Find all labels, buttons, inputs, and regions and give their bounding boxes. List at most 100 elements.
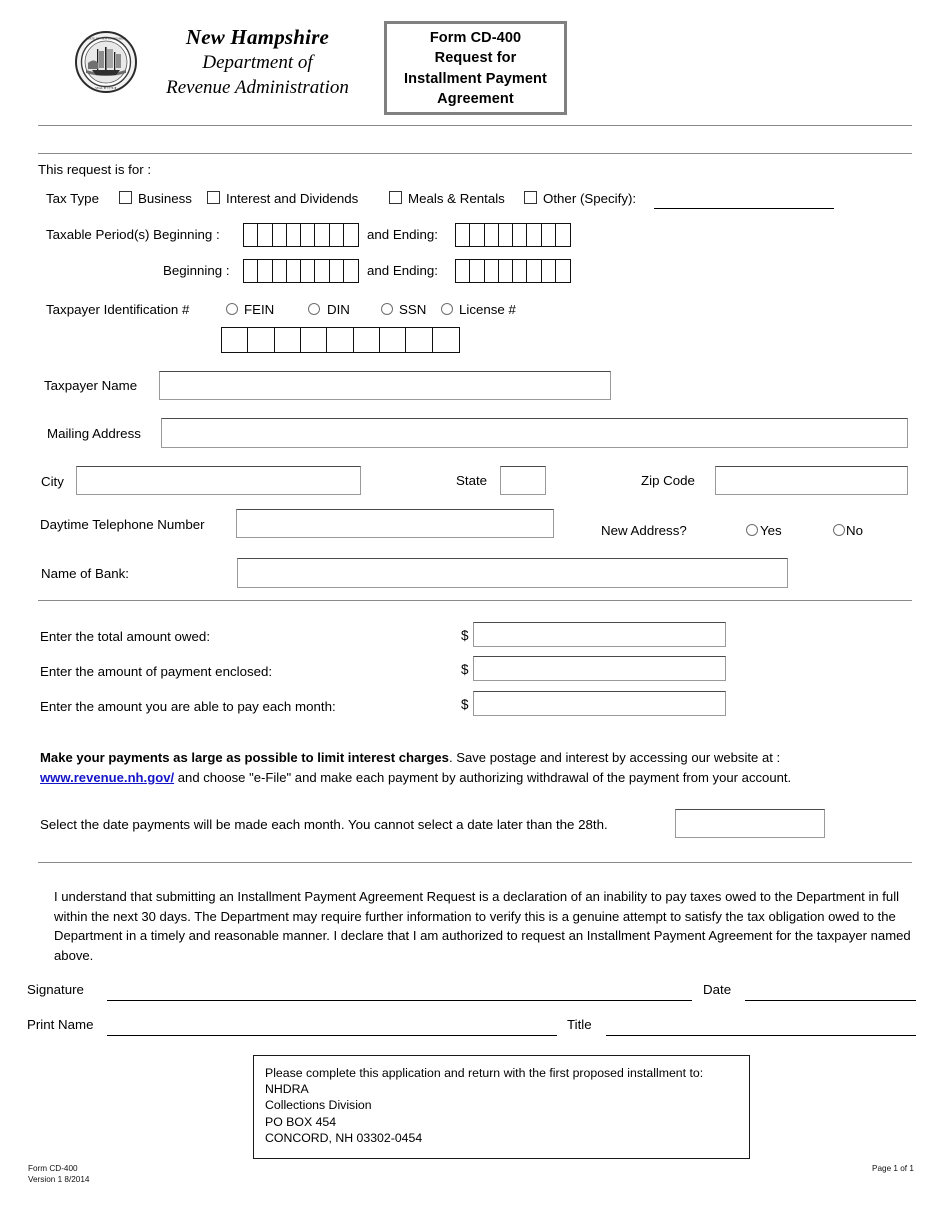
payment-enclosed-currency: $	[461, 662, 469, 677]
mailing-address-input[interactable]	[161, 418, 908, 448]
payment-instructions: Make your payments as large as possible …	[40, 748, 916, 787]
name-of-bank-input[interactable]	[237, 558, 788, 588]
payment-instructions-tail: and choose "e-File" and make each paymen…	[174, 769, 792, 785]
mail-to-line-4: PO BOX 454	[265, 1114, 337, 1129]
state-input[interactable]	[500, 466, 546, 495]
radio-new-address-no[interactable]	[833, 524, 845, 536]
taxable-period-row1-label: Taxable Period(s) Beginning :	[46, 227, 220, 242]
mailing-address-label: Mailing Address	[47, 426, 141, 441]
taxable-period-row1-ending-label: and Ending:	[367, 227, 438, 242]
amount-owed-currency: $	[461, 628, 469, 643]
taxpayer-name-input[interactable]	[159, 371, 611, 400]
svg-text:SEAL ★ 1776 ★: SEAL ★ 1776 ★	[95, 86, 117, 90]
date-input[interactable]	[745, 1000, 916, 1001]
radio-ssn-label: SSN	[399, 302, 427, 317]
revenue-website-link[interactable]: www.revenue.nh.gov/	[40, 770, 174, 785]
form-title-line-1: Form CD-400	[429, 29, 522, 46]
agency-line-2: Department of	[202, 52, 313, 73]
other-specify-input[interactable]	[654, 208, 834, 209]
radio-license-label: License #	[459, 302, 516, 317]
radio-din[interactable]	[308, 303, 320, 315]
mail-to-box: Please complete this application and ret…	[253, 1055, 750, 1159]
radio-new-address-yes-label: Yes	[760, 523, 782, 538]
payment-enclosed-label: Enter the amount of payment enclosed:	[40, 664, 273, 679]
taxable-period-row1-begin-input[interactable]	[243, 223, 359, 247]
checkbox-business-label: Business	[138, 191, 192, 206]
footer-page-number: Page 1 of 1	[872, 1164, 914, 1173]
footer-form-id: Form CD-400	[28, 1164, 78, 1173]
date-label: Date	[703, 982, 732, 997]
taxpayer-name-label: Taxpayer Name	[44, 378, 138, 393]
monthly-payment-currency: $	[461, 697, 469, 712]
tax-type-label: Tax Type	[46, 191, 99, 206]
radio-fein[interactable]	[226, 303, 238, 315]
payment-instructions-bold: Make your payments as large as possible …	[40, 750, 449, 765]
daytime-telephone-label: Daytime Telephone Number	[40, 517, 205, 532]
daytime-telephone-input[interactable]	[236, 509, 554, 538]
radio-license[interactable]	[441, 303, 453, 315]
payment-date-input[interactable]	[675, 809, 825, 838]
form-header: STATE OF NEW HAMPSHIRE SEAL ★ 1776 ★ New…	[0, 0, 950, 120]
city-input[interactable]	[76, 466, 361, 495]
mail-to-line-3: Collections Division	[265, 1098, 372, 1113]
radio-new-address-no-label: No	[846, 523, 863, 538]
declaration-text: I understand that submitting an Installm…	[54, 889, 911, 963]
divider-header	[38, 125, 912, 126]
taxable-period-row2-ending-label: and Ending:	[367, 263, 438, 278]
radio-new-address-yes[interactable]	[746, 524, 758, 536]
radio-ssn[interactable]	[381, 303, 393, 315]
form-page: STATE OF NEW HAMPSHIRE SEAL ★ 1776 ★ New…	[0, 0, 950, 1230]
form-title-box: Form CD-400 Request for Installment Paym…	[384, 21, 567, 115]
title-label: Title	[567, 1017, 592, 1032]
name-of-bank-label: Name of Bank:	[41, 566, 129, 581]
zip-code-label: Zip Code	[641, 473, 695, 488]
checkbox-meals-and-rentals[interactable]	[389, 191, 402, 204]
city-label: City	[41, 474, 64, 489]
payment-instructions-rest: . Save postage and interest by accessing…	[448, 750, 781, 765]
taxable-period-row2-begin-input[interactable]	[243, 259, 359, 283]
checkbox-other-label: Other (Specify):	[543, 191, 637, 206]
request-intro-label: This request is for :	[38, 162, 152, 177]
title-input[interactable]	[606, 1035, 916, 1036]
divider-amounts-top	[38, 600, 912, 601]
radio-fein-label: FEIN	[244, 302, 275, 317]
signature-input[interactable]	[107, 1000, 692, 1001]
taxpayer-id-label: Taxpayer Identification #	[46, 302, 190, 317]
print-name-input[interactable]	[107, 1035, 557, 1036]
taxpayer-id-input[interactable]	[221, 327, 460, 353]
amount-owed-input[interactable]	[473, 622, 726, 647]
form-title-line-4: Agreement	[437, 91, 514, 107]
payment-enclosed-input[interactable]	[473, 656, 726, 681]
mail-to-line-2: NHDRA	[265, 1082, 309, 1097]
svg-text:STATE OF NEW HAMPSHIRE: STATE OF NEW HAMPSHIRE	[86, 37, 126, 41]
monthly-payment-label: Enter the amount you are able to pay eac…	[40, 699, 336, 714]
checkbox-business[interactable]	[119, 191, 132, 204]
date-selection-label: Select the date payments will be made ea…	[40, 817, 608, 832]
new-address-label: New Address?	[601, 523, 687, 538]
form-title-line-2: Request for	[434, 50, 517, 66]
footer-version: Version 1 8/2014	[28, 1175, 90, 1184]
signature-label: Signature	[27, 982, 84, 997]
agency-line-1: New Hampshire	[185, 25, 330, 49]
form-title-line-3: Installment Payment	[404, 70, 547, 87]
print-name-label: Print Name	[27, 1017, 94, 1032]
checkbox-interest-and-dividends[interactable]	[207, 191, 220, 204]
zip-code-input[interactable]	[715, 466, 908, 495]
agency-line-3: Revenue Administration	[166, 77, 349, 98]
mail-to-line-1: Please complete this application and ret…	[265, 1066, 704, 1080]
amount-owed-label: Enter the total amount owed:	[40, 629, 211, 644]
divider-top-section	[38, 153, 912, 154]
divider-declaration-top	[38, 862, 912, 863]
taxable-period-row2-end-input[interactable]	[455, 259, 571, 283]
checkbox-other[interactable]	[524, 191, 537, 204]
taxable-period-row1-end-input[interactable]	[455, 223, 571, 247]
radio-din-label: DIN	[327, 302, 350, 317]
nh-state-seal-icon: STATE OF NEW HAMPSHIRE SEAL ★ 1776 ★	[74, 30, 138, 94]
taxable-period-row2-label: Beginning :	[163, 263, 230, 278]
monthly-payment-input[interactable]	[473, 691, 726, 716]
state-label: State	[456, 473, 488, 488]
checkbox-meals-and-rentals-label: Meals & Rentals	[408, 191, 505, 206]
mail-to-line-5: CONCORD, NH 03302-0454	[265, 1130, 423, 1145]
agency-name: New Hampshire Department of Revenue Admi…	[150, 24, 365, 100]
checkbox-interest-and-dividends-label: Interest and Dividends	[226, 191, 359, 206]
